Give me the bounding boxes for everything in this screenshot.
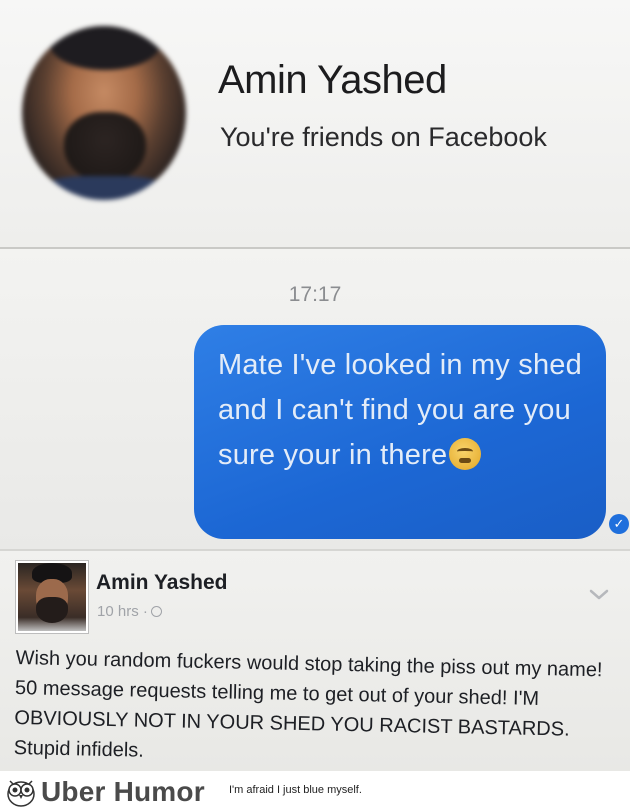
avatar-hat-shape [50, 26, 160, 70]
message-thread: 17:17 Mate I've looked in my shed and I … [0, 249, 630, 549]
profile-name[interactable]: Amin Yashed [218, 58, 447, 103]
post-author-name[interactable]: Amin Yashed [96, 571, 228, 595]
globe-icon [150, 606, 162, 617]
friend-status: You're friends on Facebook [220, 122, 547, 152]
post-author-avatar[interactable] [16, 561, 88, 633]
post-body-text: Wish you random fuckers would stop takin… [13, 646, 603, 762]
profile-avatar[interactable] [22, 26, 186, 200]
sent-message-bubble[interactable]: Mate I've looked in my shed and I can't … [194, 325, 606, 539]
facebook-post: Amin Yashed 10 hrs · Wish you random fuc… [0, 549, 630, 773]
post-time-text: 10 hrs · [97, 603, 148, 620]
avatar-shirt-shape [32, 176, 176, 200]
conversation-profile-header: Amin Yashed You're friends on Facebook [0, 0, 630, 248]
chevron-down-icon[interactable] [588, 587, 610, 603]
brand-name: Uber Humor [41, 776, 205, 807]
owl-icon [7, 780, 35, 807]
avatar-beard-shape [36, 597, 68, 623]
message-text: Mate I've looked in my shed and I can't … [218, 349, 582, 471]
check-icon: ✓ [609, 514, 629, 534]
message-timestamp: 17:17 [288, 283, 342, 306]
image-caption: I'm afraid I just blue myself. [229, 784, 362, 796]
post-timestamp[interactable]: 10 hrs · [97, 603, 162, 620]
screenshot-page: Amin Yashed You're friends on Facebook 1… [0, 0, 630, 811]
watermark-footer: Uber Humor I'm afraid I just blue myself… [0, 771, 630, 811]
thinking-face-emoji [449, 438, 482, 470]
avatar-beard-shape [64, 112, 146, 182]
